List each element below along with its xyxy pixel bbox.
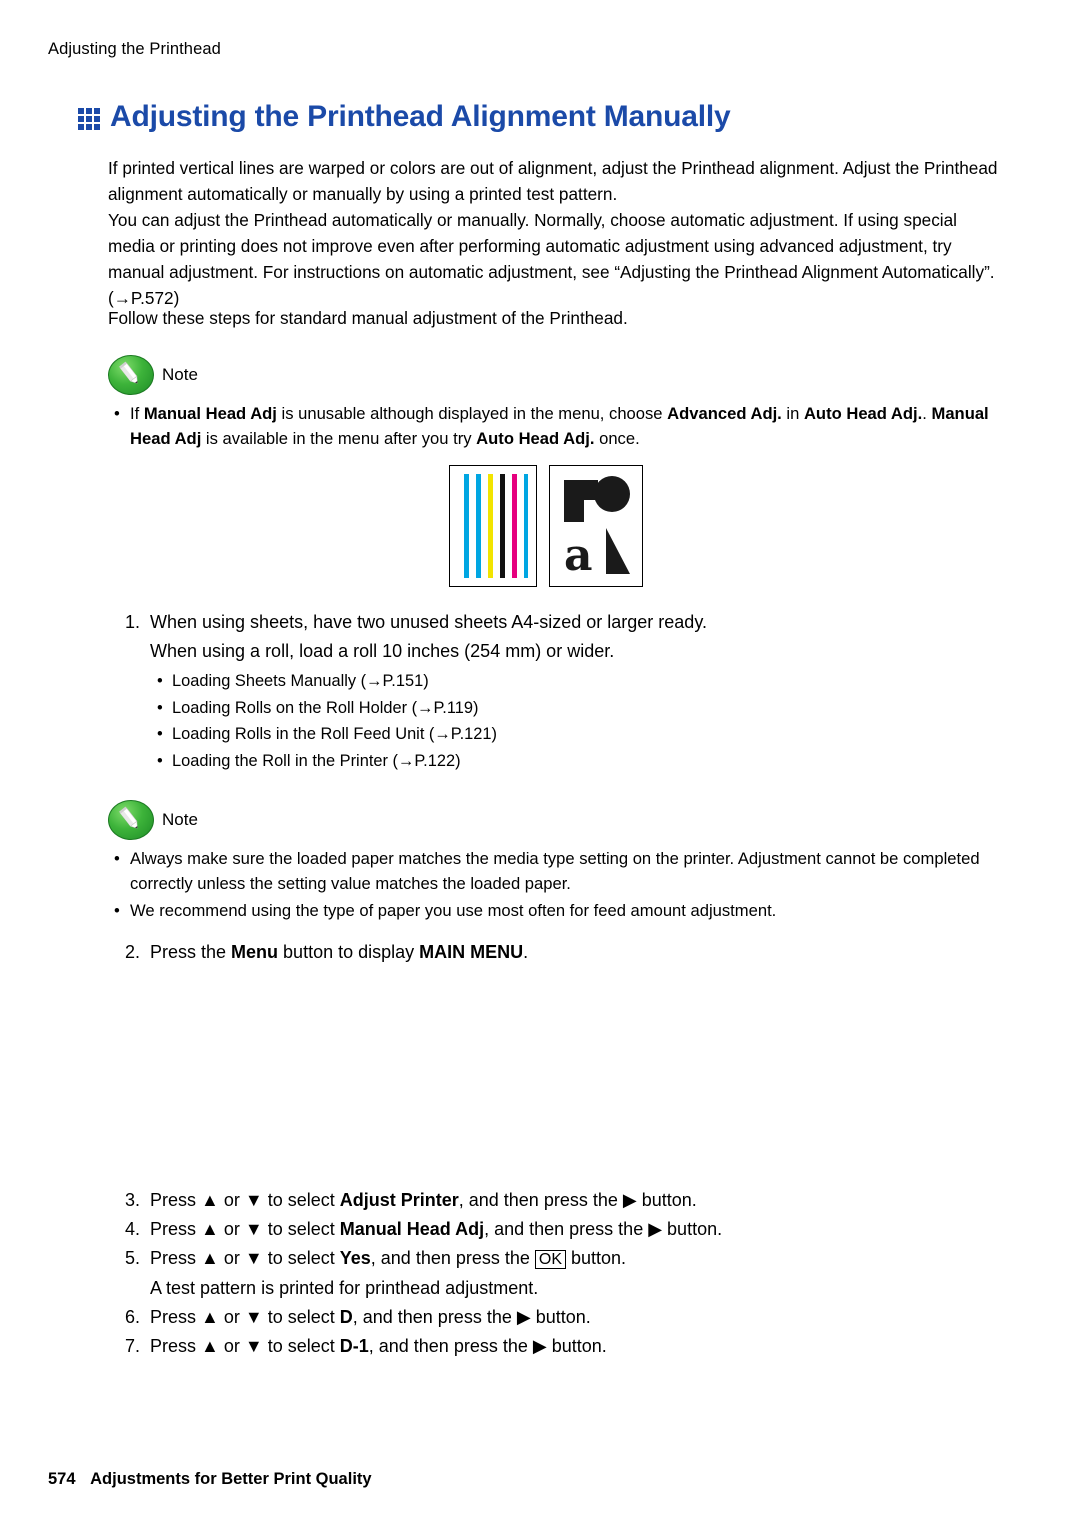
down-arrow-icon: ▼ xyxy=(244,1336,263,1356)
menu-adjust-printer: Adjust Printer xyxy=(339,1190,459,1210)
test-pattern-figure: a xyxy=(449,465,643,587)
pattern-box-left xyxy=(449,465,537,587)
intro-paragraph-3: Follow these steps for standard manual a… xyxy=(108,308,628,328)
down-arrow-icon: ▼ xyxy=(244,1190,263,1210)
step-7-text: Press ▲ or ▼ to select D-1, and then pre… xyxy=(150,1336,607,1356)
link-loading-sheets-manually[interactable]: Loading Sheets Manually (→P.151) xyxy=(150,668,1008,695)
note-item: If Manual Head Adj is unusable although … xyxy=(108,401,1008,451)
note-item: We recommend using the type of paper you… xyxy=(108,898,1008,923)
step-2-number: 2. xyxy=(124,942,140,962)
step-1-number: 1. xyxy=(124,612,140,632)
key-ok: OK xyxy=(534,1250,567,1269)
intro-paragraph-1: If printed vertical lines are warped or … xyxy=(108,158,998,204)
step-1: 1. When using sheets, have two unused sh… xyxy=(108,608,1008,774)
step-6-text: Press ▲ or ▼ to select D, and then press… xyxy=(150,1307,591,1327)
page-footer: 574 Adjustments for Better Print Quality xyxy=(48,1470,372,1489)
note-pencil-icon xyxy=(108,800,154,840)
step-2-row: 2. Press the Menu button to display MAIN… xyxy=(108,938,1008,967)
step-3-row: 3. Press ▲ or ▼ to select Adjust Printer… xyxy=(108,1186,1008,1215)
note-block-2: Note Always make sure the loaded paper m… xyxy=(108,800,1008,925)
note-pencil-icon xyxy=(108,355,154,395)
step-2-part-1: Press the xyxy=(150,942,232,962)
link-loading-rolls-in-roll-feed-unit[interactable]: Loading Rolls in the Roll Feed Unit (→P.… xyxy=(150,721,1008,748)
label-main-menu: MAIN MENU xyxy=(419,942,524,962)
media-type-icon-box: a xyxy=(549,465,643,587)
step-2-text: Press the Menu button to display MAIN ME… xyxy=(150,938,1008,967)
step-7-number: 7. xyxy=(124,1336,140,1356)
right-arrow-icon: ▶ xyxy=(516,1307,531,1327)
note-items-1: If Manual Head Adj is unusable although … xyxy=(108,401,1008,451)
step-2-part-3: button to display xyxy=(278,942,420,962)
up-arrow-icon: ▲ xyxy=(201,1336,219,1356)
link-loading-roll-in-printer[interactable]: Loading the Roll in the Printer (→P.122) xyxy=(150,748,1008,775)
step-4-row: 4. Press ▲ or ▼ to select Manual Head Ad… xyxy=(108,1215,1008,1244)
step-1-line-2: When using a roll, load a roll 10 inches… xyxy=(150,641,615,661)
intro-paragraph-2: You can adjust the Printhead automatical… xyxy=(108,210,995,308)
up-arrow-icon: ▲ xyxy=(201,1219,219,1239)
page-title: Adjusting the Printhead Alignment Manual… xyxy=(78,100,731,134)
note-header-1: Note xyxy=(108,355,1008,395)
menu-d: D xyxy=(339,1307,353,1327)
step-5-number: 5. xyxy=(124,1248,140,1268)
step-1-row: 1. When using sheets, have two unused sh… xyxy=(108,608,1008,774)
note-item: Always make sure the loaded paper matche… xyxy=(108,846,1008,896)
note-block-1: Note If Manual Head Adj is unusable alth… xyxy=(108,355,1008,453)
step-5-row: 5. Press ▲ or ▼ to select Yes, and then … xyxy=(108,1244,1008,1274)
step-6-number: 6. xyxy=(124,1307,140,1327)
step-3-number: 3. xyxy=(124,1190,140,1210)
up-arrow-icon: ▲ xyxy=(201,1248,219,1268)
step-5-text: Press ▲ or ▼ to select Yes, and then pre… xyxy=(150,1248,627,1269)
right-arrow-icon: ▶ xyxy=(648,1219,663,1239)
step-3-text: Press ▲ or ▼ to select Adjust Printer, a… xyxy=(150,1190,697,1210)
note-label-2: Note xyxy=(162,810,198,829)
menu-yes: Yes xyxy=(339,1248,371,1268)
note-label-1: Note xyxy=(162,365,198,384)
footer-page-number: 574 xyxy=(48,1470,76,1488)
step-6-row: 6. Press ▲ or ▼ to select D, and then pr… xyxy=(108,1303,1008,1332)
section-marker-icon xyxy=(78,108,100,130)
menu-d-1: D-1 xyxy=(339,1336,369,1356)
step-4-number: 4. xyxy=(124,1219,140,1239)
step-1-links: Loading Sheets Manually (→P.151) Loading… xyxy=(150,668,1008,774)
right-arrow-icon: ▶ xyxy=(532,1336,547,1356)
down-arrow-icon: ▼ xyxy=(244,1307,263,1327)
step-4-text: Press ▲ or ▼ to select Manual Head Adj, … xyxy=(150,1219,723,1239)
note-items-2: Always make sure the loaded paper matche… xyxy=(108,846,1008,923)
up-arrow-icon: ▲ xyxy=(201,1190,219,1210)
steps-3-7: 3. Press ▲ or ▼ to select Adjust Printer… xyxy=(108,1186,1008,1361)
right-arrow-icon: ▶ xyxy=(622,1190,637,1210)
step-5-followup-text: A test pattern is printed for printhead … xyxy=(150,1278,539,1298)
page-title-text: Adjusting the Printhead Alignment Manual… xyxy=(110,100,731,133)
icon-letter: a xyxy=(564,530,593,581)
step-2-part-5: . xyxy=(523,942,529,962)
note-header-2: Note xyxy=(108,800,1008,840)
step-5-followup-row: A test pattern is printed for printhead … xyxy=(108,1274,1008,1303)
menu-manual-head-adj: Manual Head Adj xyxy=(339,1219,485,1239)
running-head: Adjusting the Printhead xyxy=(48,40,221,58)
footer-section: Adjustments for Better Print Quality xyxy=(90,1470,372,1488)
up-arrow-icon: ▲ xyxy=(201,1307,219,1327)
document-page: Adjusting the Printhead Adjusting the Pr… xyxy=(0,0,1080,1527)
down-arrow-icon: ▼ xyxy=(244,1248,263,1268)
key-menu: Menu xyxy=(231,942,279,962)
step-1-line-1: When using sheets, have two unused sheet… xyxy=(150,612,707,632)
link-loading-rolls-on-roll-holder[interactable]: Loading Rolls on the Roll Holder (→P.119… xyxy=(150,695,1008,722)
step-2: 2. Press the Menu button to display MAIN… xyxy=(108,938,1008,967)
step-7-row: 7. Press ▲ or ▼ to select D-1, and then … xyxy=(108,1332,1008,1361)
down-arrow-icon: ▼ xyxy=(244,1219,263,1239)
